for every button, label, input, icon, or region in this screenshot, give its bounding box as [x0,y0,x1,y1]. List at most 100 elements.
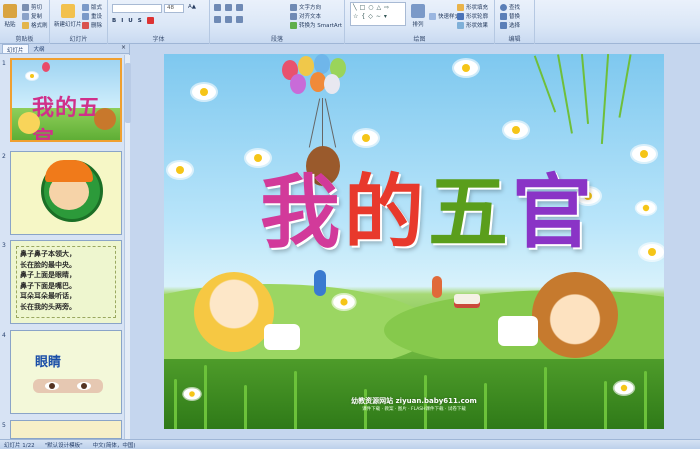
slide-title-char-3[interactable]: 五 [428,172,508,252]
list-buttons [214,4,243,11]
new-slide-button[interactable]: 新建幻灯片 [54,4,82,28]
slide-title-char-2[interactable]: 的 [344,172,424,252]
align-center-icon[interactable] [225,16,232,23]
italic-icon[interactable]: I [121,18,123,24]
thumb-number-1: 1 [2,60,6,67]
paper-cup-left [264,324,300,350]
font-size-box[interactable]: 48 [164,4,184,13]
thumb-number-2: 2 [2,153,6,160]
editing-group-label: 编辑 [508,36,521,43]
ribbon: 粘贴 剪切 复制 格式刷 剪贴板 新建幻灯片 版式 重设 删除 幻灯片 48 A… [0,0,700,44]
brace-shape-icon[interactable]: { [361,13,365,20]
tab-slides[interactable]: 幻灯片 [2,44,29,54]
bullets-icon[interactable] [214,4,221,11]
paragraph-group: 文字方向 对齐文本 转换为 SmartArt 段落 [210,0,345,44]
shape-outline-button[interactable]: 形状轮廓 [457,12,488,20]
paste-button[interactable]: 粘贴 [3,4,17,28]
format-painter-button[interactable]: 格式刷 [22,21,48,29]
oval-shape-icon[interactable]: ○ [368,4,373,11]
curve-shape-icon[interactable]: ∼ [376,13,381,20]
shapes-gallery[interactable]: ╲ □ ○ △ ⇨ ☆{◇ ∼ ▾ [350,2,406,26]
clipboard-group-label: 剪贴板 [15,36,34,43]
callout-shape-icon[interactable]: ◇ [368,13,373,20]
new-slide-icon [60,4,75,18]
language-indicator[interactable]: 中文(简体，中国) [93,441,136,449]
select-button[interactable]: 选择 [500,21,520,29]
thumb-number-4: 4 [2,332,6,339]
quick-styles-icon [429,12,436,20]
rect-shape-icon[interactable]: □ [360,4,366,11]
quick-styles-button[interactable]: 快速样式 [429,12,460,20]
slides-group: 新建幻灯片 版式 重设 删除 幻灯片 [50,0,108,44]
poem-line: 鼻子下面是嘴巴。 [20,281,76,290]
close-pane-icon[interactable]: × [121,44,126,53]
delete-slide-button[interactable]: 删除 [82,21,102,29]
poem-line: 耳朵耳朵最听话， [20,292,76,300]
slides-group-label: 幻灯片 [69,36,88,43]
slide-thumbnail-1[interactable]: 我的五官 [10,58,122,142]
indent-icon[interactable] [236,4,243,11]
reset-button[interactable]: 重设 [82,12,102,20]
shapes-row-2: ☆{◇ ∼ ▾ [351,12,405,21]
thumb-kid-left [18,112,40,134]
font-name-box[interactable] [112,4,162,13]
thumb-poem-box: 鼻子鼻子本领大， 长在脸的最中央。 鼻子上面是眼睛， 鼻子下面是嘴巴。 耳朵耳朵… [16,246,116,318]
font-color-icon[interactable] [146,17,154,24]
slide-title-char-4[interactable]: 官 [512,172,592,252]
editing-group: 查找 替换 选择 编辑 [495,0,535,44]
fill-icon [457,3,464,11]
thumb-number-3: 3 [2,242,6,249]
grow-font-button[interactable]: A▲ [188,4,196,10]
daisy-decoration [636,201,656,215]
bold-icon[interactable]: B [112,18,116,24]
star-shape-icon[interactable]: ☆ [353,13,358,20]
copy-button[interactable]: 复制 [22,12,42,20]
align-right-icon[interactable] [236,16,243,23]
thumbnail-scrollbar[interactable] [124,55,131,439]
kid-right-illustration [532,272,618,358]
replace-button[interactable]: 替换 [500,12,520,20]
balloon [290,74,306,94]
poem-line: 鼻子上面是眼睛， [20,271,76,279]
drawing-group-label: 绘图 [413,36,426,43]
slide-title-char-1[interactable]: 我 [260,172,340,252]
house-icon [454,294,480,308]
outline-icon [457,12,464,20]
align-left-icon[interactable] [214,16,221,23]
more-shapes-icon[interactable]: ▾ [384,13,387,20]
underline-icon[interactable]: U [128,18,132,24]
balloon [298,56,314,76]
balloon [314,54,330,74]
layout-icon [82,3,89,11]
smartart-button[interactable]: 转换为 SmartArt [290,21,342,29]
layout-button[interactable]: 版式 [82,3,102,11]
arrange-button[interactable]: 排列 [411,4,425,28]
theme-name[interactable]: "默认设计模板" [45,441,83,449]
slide-thumbnail-5[interactable] [10,420,122,439]
shape-fill-button[interactable]: 形状填充 [457,3,488,11]
triangle-shape-icon[interactable]: △ [377,4,382,11]
small-kid-standing [432,276,442,298]
willow-branch [600,54,610,144]
numbering-icon[interactable] [225,4,232,11]
line-shape-icon[interactable]: ╲ [353,4,357,11]
main-slide[interactable]: 我 的 五 官 幼教资源网站 ziyuan.baby611.com 课件下载 ·… [164,54,664,429]
arrow-shape-icon[interactable]: ⇨ [384,4,389,11]
shape-effects-button[interactable]: 形状效果 [457,21,488,29]
find-button[interactable]: 查找 [500,3,520,11]
cut-button[interactable]: 剪切 [22,3,42,11]
font-group: 48 A▲ BIUS 字体 [108,0,210,44]
slide-thumbnail-2[interactable] [10,151,122,235]
thumb-boy-cap [45,160,93,182]
font-style-buttons: BIUS [112,17,154,24]
thumb-number-5: 5 [2,422,6,429]
align-text-button[interactable]: 对齐文本 [290,12,321,20]
text-direction-button[interactable]: 文字方向 [290,3,321,11]
strike-icon[interactable]: S [138,18,142,24]
tab-outline[interactable]: 大纲 [30,44,49,53]
slide-thumbnail-4[interactable]: 眼睛 [10,330,122,414]
slide-counter: 幻灯片 1/22 [4,442,35,449]
balloon-string [308,98,321,148]
willow-branch [618,54,632,118]
slide-thumbnail-3[interactable]: 鼻子鼻子本领大， 长在脸的最中央。 鼻子上面是眼睛， 鼻子下面是嘴巴。 耳朵耳朵… [10,240,122,324]
